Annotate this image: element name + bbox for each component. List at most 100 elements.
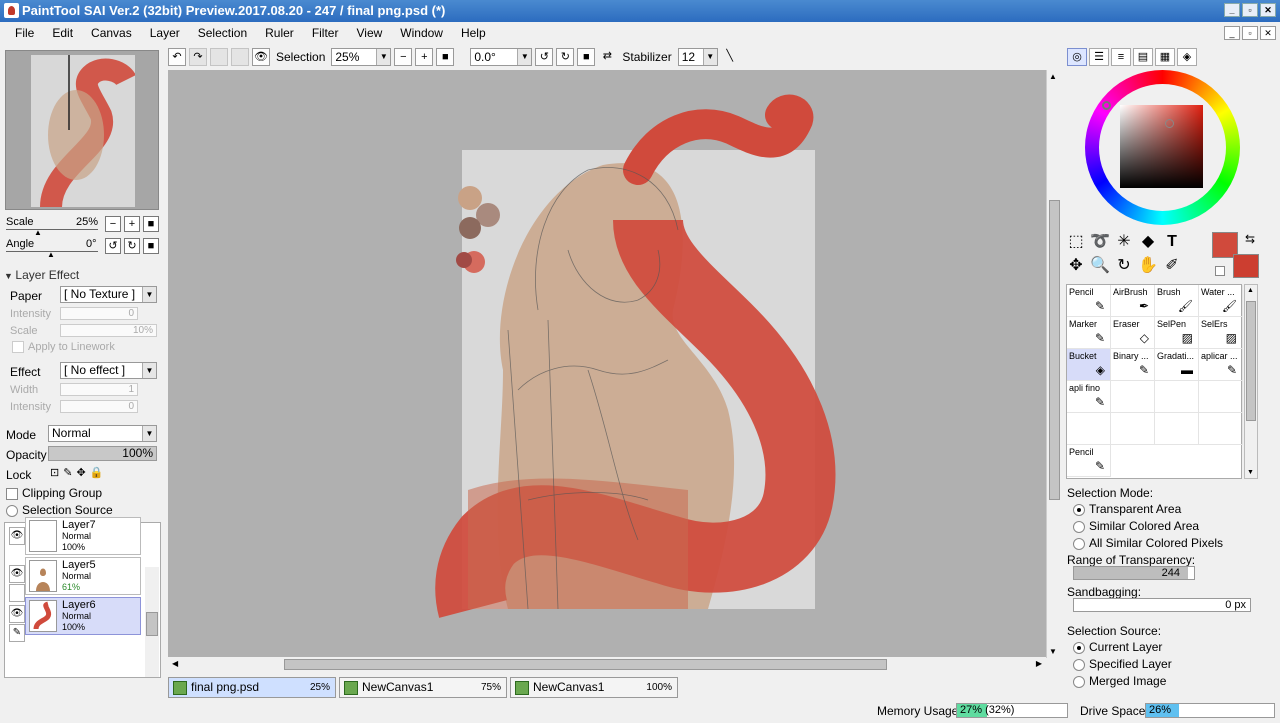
brush-aplicar[interactable]: aplicar ... ✎ <box>1199 349 1243 381</box>
menu-selection[interactable]: Selection <box>189 22 256 44</box>
scratchpad-tab-icon[interactable]: ▦ <box>1155 48 1175 66</box>
scroll-up-icon[interactable]: ▲ <box>1247 287 1254 294</box>
menu-ruler[interactable]: Ruler <box>256 22 303 44</box>
zoom-reset-button[interactable]: ■ <box>436 48 455 66</box>
rect-select-icon[interactable]: ⬚ <box>1065 232 1087 254</box>
lasso-select-icon[interactable]: ➰ <box>1089 232 1111 254</box>
scroll-down-icon[interactable]: ▼ <box>1049 647 1057 656</box>
lock-move-icon[interactable]: ✥ <box>76 466 85 479</box>
rotate-right-button[interactable]: ↻ <box>556 48 575 66</box>
sv-cursor[interactable] <box>1165 119 1174 128</box>
option-current-layer[interactable]: Current Layer <box>1073 640 1162 654</box>
layer-select-toggle[interactable] <box>9 584 25 602</box>
transparent-color-icon[interactable] <box>1215 266 1225 276</box>
zoom-in-button[interactable]: + <box>415 48 434 66</box>
brush-empty-slot[interactable] <box>1199 381 1243 413</box>
brush-empty-slot[interactable] <box>1111 381 1155 413</box>
brush-apli-fino[interactable]: apli fino ✎ <box>1067 381 1111 413</box>
effect-select[interactable]: [ No effect ] ▼ <box>60 362 157 379</box>
slider-thumb-icon[interactable]: ▲ <box>47 250 55 259</box>
redo-icon[interactable]: ↷ <box>189 48 207 66</box>
menu-layer[interactable]: Layer <box>141 22 189 44</box>
option-merged-image[interactable]: Merged Image <box>1073 674 1166 688</box>
layer-item-6[interactable]: Layer6 Normal 100% <box>25 597 141 635</box>
pen-icon[interactable]: ✎ <box>9 624 25 642</box>
menu-filter[interactable]: Filter <box>303 22 348 44</box>
undo-icon[interactable]: ↶ <box>168 48 186 66</box>
hue-cursor[interactable] <box>1102 101 1111 110</box>
canvas-vertical-scrollbar[interactable]: ▲ ▼ <box>1046 70 1061 658</box>
opacity-slider[interactable]: 100% <box>48 446 157 461</box>
canvas-artwork[interactable] <box>168 70 1046 658</box>
eye-icon[interactable]: 👁 <box>252 48 270 66</box>
maximize-button[interactable]: ▫ <box>1242 3 1258 17</box>
swap-colors-icon[interactable]: ⇆ <box>1245 232 1255 246</box>
move-icon[interactable]: ✥ <box>1065 256 1087 278</box>
eye-icon[interactable]: 👁 <box>9 527 25 545</box>
rotate-tool-icon[interactable]: ↻ <box>1113 256 1135 278</box>
selection-source-checkbox[interactable]: Selection Source <box>6 503 113 517</box>
scale-minus-button[interactable]: − <box>105 216 121 232</box>
sandbagging-slider[interactable]: 0 px <box>1073 598 1251 612</box>
scale-reset-button[interactable]: ■ <box>143 216 159 232</box>
deselect-icon[interactable] <box>210 48 228 66</box>
swatches-tab-icon[interactable]: ▤ <box>1133 48 1153 66</box>
layer-scrollbar[interactable] <box>145 567 159 677</box>
brush-eraser[interactable]: Eraser ◇ <box>1111 317 1155 349</box>
brush-pencil-2[interactable]: Pencil ✎ <box>1067 445 1111 477</box>
eye-icon[interactable]: 👁 <box>9 605 25 623</box>
blend-mode-select[interactable]: Normal ▼ <box>48 425 157 442</box>
angle-reset-button[interactable]: ■ <box>143 238 159 254</box>
scale-plus-button[interactable]: + <box>124 216 140 232</box>
scroll-down-icon[interactable]: ▼ <box>1247 469 1254 476</box>
color-wheel-tab-icon[interactable]: ◎ <box>1067 48 1087 66</box>
brush-pencil[interactable]: Pencil ✎ <box>1067 285 1111 317</box>
doc-restore-button[interactable]: ▫ <box>1242 26 1258 40</box>
rotate-right-button[interactable]: ↻ <box>124 238 140 254</box>
canvas-viewport[interactable] <box>168 70 1046 658</box>
menu-canvas[interactable]: Canvas <box>82 22 141 44</box>
lock-paint-icon[interactable]: ✎ <box>63 466 72 479</box>
hsv-slider-tab-icon[interactable]: ≡ <box>1111 48 1131 66</box>
doc-close-button[interactable]: ✕ <box>1260 26 1276 40</box>
lock-all-icon[interactable]: 🔒 <box>90 466 104 479</box>
menu-file[interactable]: File <box>6 22 43 44</box>
magic-wand-icon[interactable]: ✳ <box>1113 232 1135 254</box>
menu-window[interactable]: Window <box>391 22 452 44</box>
brush-grid-scrollbar[interactable]: ▲ ▼ <box>1244 284 1258 479</box>
option-transparent-area[interactable]: Transparent Area <box>1073 502 1181 516</box>
minimize-button[interactable]: _ <box>1224 3 1240 17</box>
shape-icon[interactable]: ◆ <box>1137 232 1159 254</box>
brush-bucket[interactable]: Bucket ◈ <box>1067 349 1111 381</box>
brush-gradation[interactable]: Gradati... ▬ <box>1155 349 1199 381</box>
option-all-similar-colored[interactable]: All Similar Colored Pixels <box>1073 536 1223 550</box>
brush-empty-slot[interactable] <box>1155 413 1199 445</box>
lock-transparency-icon[interactable]: ⊡ <box>50 466 59 479</box>
brush-water[interactable]: Water ... 🖌 <box>1199 285 1243 317</box>
slider-thumb-icon[interactable]: ▲ <box>34 228 42 237</box>
zoom-tool-icon[interactable]: 🔍 <box>1089 256 1111 278</box>
brush-brush[interactable]: Brush 🖌 <box>1155 285 1199 317</box>
tab-newcanvas1-a[interactable]: NewCanvas1 75% <box>339 677 507 698</box>
hand-icon[interactable]: ✋ <box>1137 256 1159 278</box>
stabilizer-select[interactable]: 12 ▼ <box>677 48 718 66</box>
menu-edit[interactable]: Edit <box>43 22 82 44</box>
close-button[interactable]: ✕ <box>1260 3 1276 17</box>
scroll-right-icon[interactable]: ▶ <box>1036 659 1042 668</box>
option-specified-layer[interactable]: Specified Layer <box>1073 657 1172 671</box>
brush-binary[interactable]: Binary ... ✎ <box>1111 349 1155 381</box>
zoom-out-button[interactable]: − <box>394 48 413 66</box>
scroll-left-icon[interactable]: ◀ <box>172 659 178 668</box>
brush-empty-slot[interactable] <box>1111 413 1155 445</box>
eyedropper-icon[interactable]: ✐ <box>1161 256 1183 278</box>
zoom-select[interactable]: 25% ▼ <box>331 48 392 66</box>
secondary-color-swatch[interactable] <box>1233 254 1259 278</box>
scale-slider[interactable] <box>6 218 98 230</box>
scroll-up-icon[interactable]: ▲ <box>1049 72 1057 81</box>
option-similar-colored[interactable]: Similar Colored Area <box>1073 519 1199 533</box>
layer-item-5[interactable]: Layer5 Normal 61% <box>25 557 141 595</box>
text-tool-icon[interactable]: T <box>1161 232 1183 254</box>
navigator-preview[interactable] <box>5 50 159 210</box>
doc-minimize-button[interactable]: _ <box>1224 26 1240 40</box>
menu-help[interactable]: Help <box>452 22 495 44</box>
